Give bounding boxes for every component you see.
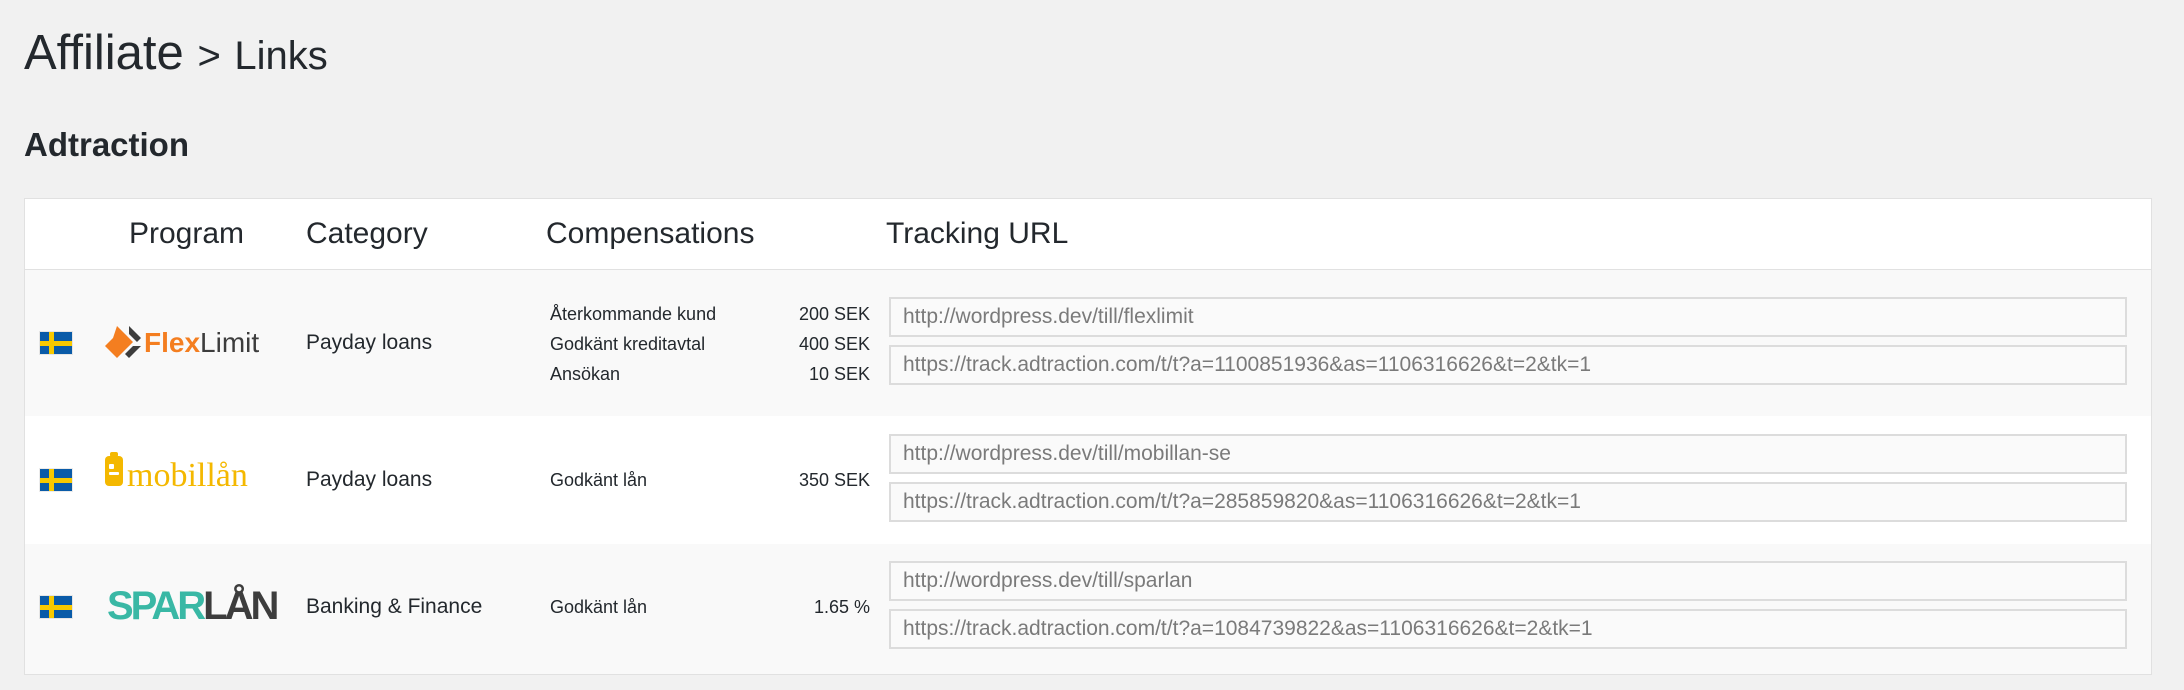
sparlan-logo-part-1: SPAR: [107, 584, 206, 628]
table-row: mobillån Payday loans Godkänt lån 350 SEK: [25, 416, 2151, 544]
breadcrumb-separator: >: [197, 34, 221, 78]
sweden-flag-icon: [40, 596, 72, 618]
compensation-list: Godkänt lån 350 SEK: [550, 465, 870, 495]
compensation-value: 10 SEK: [808, 364, 870, 384]
tracking-url-field[interactable]: [889, 482, 2127, 522]
column-header-program: Program: [129, 217, 245, 250]
tracking-url-field[interactable]: [889, 609, 2127, 649]
compensation-item: Godkänt kreditavtal 400 SEK: [550, 329, 870, 359]
compensation-label: Ansökan: [550, 364, 621, 384]
page-title-main: Affiliate: [24, 26, 184, 80]
affiliate-links-table: Program Category Compensations Tracking …: [24, 198, 2152, 675]
compensation-item: Godkänt lån 350 SEK: [550, 465, 870, 495]
table-header: Program Category Compensations Tracking …: [25, 199, 2151, 270]
compensation-value: 400 SEK: [798, 334, 870, 354]
section-title: Adtraction: [24, 126, 189, 163]
compensation-item: Återkommande kund 200 SEK: [550, 299, 870, 329]
compensation-label: Godkänt lån: [550, 470, 648, 490]
program-logo-mobillan: mobillån: [100, 450, 300, 510]
redirect-url-field[interactable]: [889, 434, 2127, 474]
compensation-list: Återkommande kund 200 SEK Godkänt kredita…: [550, 299, 870, 389]
redirect-url-field[interactable]: [889, 297, 2127, 337]
flexlimit-logo-part-2: Limit: [200, 327, 260, 358]
sweden-flag-icon: [40, 332, 72, 354]
page-title: Affiliate > Links: [24, 22, 328, 87]
program-category: Banking & Finance: [306, 595, 483, 618]
compensation-value: 350 SEK: [798, 470, 870, 490]
compensation-item: Ansökan 10 SEK: [550, 359, 870, 389]
program-logo-flexlimit: FlexLimit: [100, 314, 300, 374]
compensation-list: Godkänt lån 1.65 %: [550, 592, 870, 622]
compensation-label: Återkommande kund: [550, 304, 717, 324]
compensation-label: Godkänt lån: [550, 597, 648, 617]
compensation-value: 200 SEK: [798, 304, 870, 324]
sweden-flag-icon: [40, 469, 72, 491]
flexlimit-logo-part-1: Flex: [144, 327, 201, 358]
page-subtitle: Links: [234, 34, 328, 78]
program-logo-sparlan: SPARLÅN: [100, 578, 300, 638]
compensation-item: Godkänt lån 1.65 %: [550, 592, 870, 622]
program-category: Payday loans: [306, 468, 433, 491]
table-row: SPARLÅN Banking & Finance Godkänt lån 1.6…: [25, 544, 2151, 674]
table-row: FlexLimit Payday loans Återkommande kund…: [25, 270, 2151, 416]
column-header-compensations: Compensations: [546, 217, 755, 250]
redirect-url-field[interactable]: [889, 561, 2127, 601]
compensation-value: 1.65 %: [813, 597, 870, 617]
program-category: Payday loans: [306, 331, 433, 354]
sparlan-logo-part-2: LÅN: [203, 584, 279, 628]
column-header-tracking-url: Tracking URL: [886, 217, 1069, 250]
tracking-url-field[interactable]: [889, 345, 2127, 385]
mobillan-logo-text: mobillån: [127, 457, 248, 494]
compensation-label: Godkänt kreditavtal: [550, 334, 706, 354]
column-header-category: Category: [306, 217, 428, 250]
